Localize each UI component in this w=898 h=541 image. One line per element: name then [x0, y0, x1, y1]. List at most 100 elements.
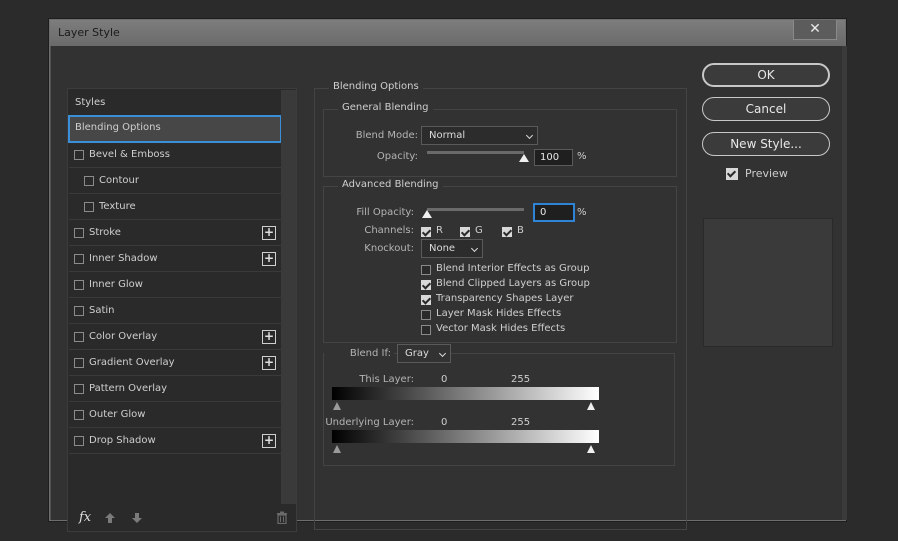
opacity-percent: % [577, 151, 587, 162]
style-item-outer-glow[interactable]: Outer Glow [69, 402, 281, 428]
layer-style-dialog: Layer Style ✕ Styles Blending Options Beve… [49, 19, 847, 532]
styles-scrollbar[interactable] [281, 90, 296, 504]
style-item-drop-shadow[interactable]: Drop Shadow + [69, 428, 281, 454]
add-instance-icon[interactable]: + [262, 252, 276, 266]
blend-if-group: Blend If: Gray This Layer: 0 255 Underly… [323, 344, 675, 466]
underlying-layer-gradient [332, 430, 599, 443]
style-item-label: Styles [75, 97, 106, 108]
style-checkbox[interactable] [74, 436, 84, 446]
style-item-label: Stroke [89, 227, 121, 238]
close-button[interactable]: ✕ [793, 20, 837, 40]
underlying-layer-black-stop[interactable] [333, 445, 341, 453]
opacity-slider-thumb[interactable] [519, 154, 529, 162]
this-layer-high: 255 [511, 374, 531, 385]
fx-icon[interactable]: fx [79, 510, 91, 525]
vector-mask-hides-effects-label: Vector Mask Hides Effects [436, 323, 566, 334]
style-checkbox[interactable] [74, 384, 84, 394]
layer-mask-hides-effects-checkbox[interactable] [421, 310, 431, 320]
fill-opacity-field[interactable]: 0 [533, 203, 575, 222]
channel-r-checkbox[interactable] [421, 227, 431, 237]
add-instance-icon[interactable]: + [262, 330, 276, 344]
advanced-blending-title: Advanced Blending [338, 179, 443, 190]
advanced-blending-group: Advanced Blending Fill Opacity: 0 % Chan… [323, 179, 677, 343]
style-item-color-overlay[interactable]: Color Overlay + [69, 324, 281, 350]
this-layer-low: 0 [441, 374, 448, 385]
channel-label: R [436, 225, 443, 236]
dialog-title: Layer Style [58, 26, 120, 39]
general-blending-group: General Blending Blend Mode: Normal Opac… [323, 102, 677, 177]
this-layer-white-stop[interactable] [587, 402, 595, 410]
style-checkbox[interactable] [74, 332, 84, 342]
style-checkbox[interactable] [74, 150, 84, 160]
style-item-stroke[interactable]: Stroke + [69, 220, 281, 246]
style-checkbox[interactable] [74, 228, 84, 238]
arrow-up-icon[interactable] [104, 512, 116, 527]
style-item-gradient-overlay[interactable]: Gradient Overlay + [69, 350, 281, 376]
chevron-down-icon [525, 131, 534, 140]
add-instance-icon[interactable]: + [262, 356, 276, 370]
style-item-bevel-emboss[interactable]: Bevel & Emboss [69, 142, 281, 168]
style-checkbox[interactable] [74, 410, 84, 420]
title-bar[interactable]: Layer Style ✕ [50, 20, 845, 46]
style-checkbox[interactable] [74, 358, 84, 368]
blend-if-dropdown[interactable]: Gray [397, 344, 451, 363]
style-item-pattern-overlay[interactable]: Pattern Overlay [69, 376, 281, 402]
cancel-button[interactable]: Cancel [702, 97, 830, 121]
style-item-label: Blending Options [75, 122, 161, 133]
chevron-down-icon [470, 244, 479, 253]
blend-mode-dropdown[interactable]: Normal [421, 126, 538, 145]
blend-clipped-layers-as-group-checkbox[interactable] [421, 280, 431, 290]
fill-opacity-percent: % [577, 207, 587, 218]
style-item-label: Inner Glow [89, 279, 143, 290]
styles-panel: Styles Blending Options Bevel & Emboss Cont… [67, 88, 297, 532]
add-instance-icon[interactable]: + [262, 434, 276, 448]
this-layer-gradient [332, 387, 599, 400]
blend-clipped-layers-as-group-label: Blend Clipped Layers as Group [436, 278, 590, 289]
transparency-shapes-layer-checkbox[interactable] [421, 295, 431, 305]
channel-label: G [475, 225, 483, 236]
styles-list: Styles Blending Options Bevel & Emboss Cont… [68, 90, 282, 504]
underlying-layer-low: 0 [441, 417, 448, 428]
channel-g-checkbox[interactable] [460, 227, 470, 237]
style-checkbox[interactable] [74, 306, 84, 316]
style-item-label: Drop Shadow [89, 435, 156, 446]
channel-b-checkbox[interactable] [502, 227, 512, 237]
trash-icon[interactable] [276, 511, 288, 527]
style-item-label: Satin [89, 305, 115, 316]
preview-checkbox[interactable] [726, 168, 738, 180]
opacity-slider[interactable] [427, 151, 524, 154]
style-checkbox[interactable] [84, 202, 94, 212]
style-item-label: Bevel & Emboss [89, 149, 170, 160]
add-instance-icon[interactable]: + [262, 226, 276, 240]
style-checkbox[interactable] [74, 280, 84, 290]
style-checkbox[interactable] [74, 254, 84, 264]
style-item-inner-glow[interactable]: Inner Glow [69, 272, 281, 298]
dialog-scrollbar[interactable] [842, 46, 847, 520]
blend-mode-value: Normal [429, 130, 466, 141]
style-item-texture[interactable]: Texture [69, 194, 281, 220]
preview-swatch [703, 218, 833, 347]
this-layer-black-stop[interactable] [333, 402, 341, 410]
style-checkbox[interactable] [84, 176, 94, 186]
vector-mask-hides-effects-checkbox[interactable] [421, 325, 431, 335]
channel-label: B [517, 225, 524, 236]
knockout-value: None [429, 243, 456, 254]
style-item-styles[interactable]: Styles [69, 90, 281, 116]
this-layer-label: This Layer: [359, 374, 414, 385]
style-item-inner-shadow[interactable]: Inner Shadow + [69, 246, 281, 272]
underlying-layer-white-stop[interactable] [587, 445, 595, 453]
style-item-satin[interactable]: Satin [69, 298, 281, 324]
opacity-field[interactable]: 100 [534, 149, 573, 166]
style-item-blending-options[interactable]: Blending Options [68, 115, 282, 143]
arrow-down-icon[interactable] [131, 512, 143, 527]
fill-opacity-slider-thumb[interactable] [422, 210, 432, 218]
blend-interior-effects-as-group-checkbox[interactable] [421, 265, 431, 275]
style-item-label: Gradient Overlay [89, 357, 175, 368]
style-item-contour[interactable]: Contour [69, 168, 281, 194]
new-style-button[interactable]: New Style... [702, 132, 830, 156]
fill-opacity-label: Fill Opacity: [356, 207, 414, 218]
knockout-dropdown[interactable]: None [421, 239, 483, 258]
underlying-layer-label: Underlying Layer: [325, 417, 414, 428]
fill-opacity-slider[interactable] [427, 208, 524, 211]
ok-button[interactable]: OK [702, 63, 830, 87]
